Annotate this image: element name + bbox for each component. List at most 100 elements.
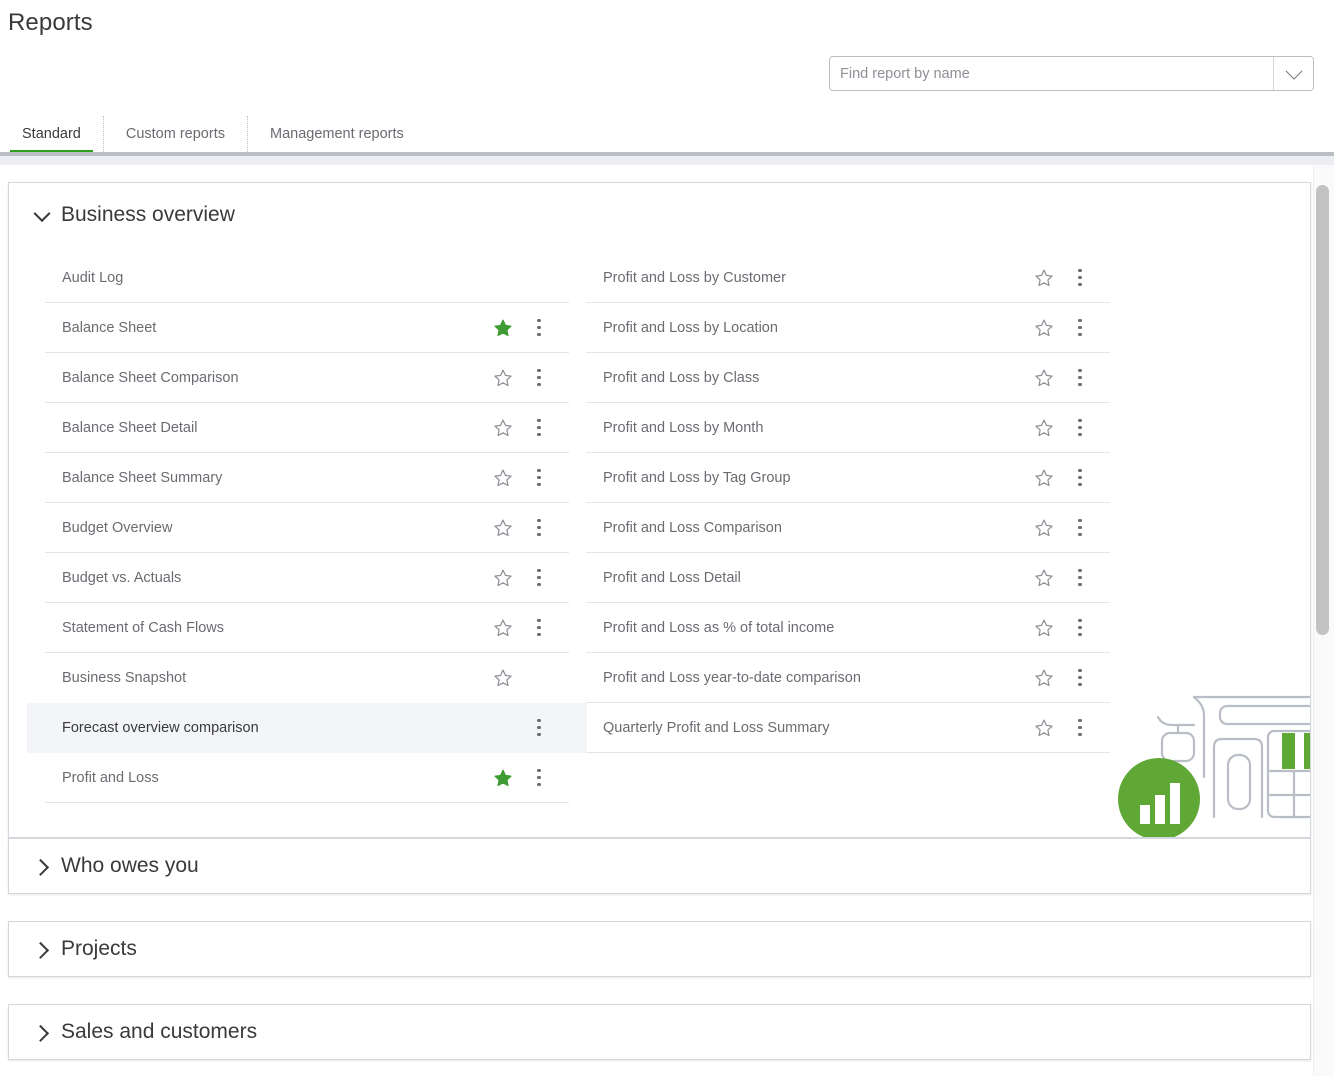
- report-name[interactable]: Profit and Loss by Customer: [586, 269, 1018, 287]
- report-name[interactable]: Budget vs. Actuals: [45, 569, 477, 587]
- kebab-menu-icon[interactable]: [1066, 314, 1094, 342]
- report-row[interactable]: Balance Sheet Detail: [45, 403, 569, 453]
- report-row[interactable]: Profit and Loss Comparison: [586, 503, 1110, 553]
- report-row[interactable]: Quarterly Profit and Loss Summary: [586, 703, 1110, 753]
- report-name[interactable]: Statement of Cash Flows: [45, 619, 477, 637]
- report-row-actions: [1018, 664, 1110, 692]
- report-row[interactable]: Profit and Loss by Class: [586, 353, 1110, 403]
- star-outline-icon[interactable]: [1030, 464, 1058, 492]
- report-row[interactable]: Profit and Loss by Tag Group: [586, 453, 1110, 503]
- report-name[interactable]: Profit and Loss as % of total income: [586, 619, 1018, 637]
- star-outline-icon[interactable]: [1030, 364, 1058, 392]
- report-row[interactable]: Balance Sheet Comparison: [45, 353, 569, 403]
- star-outline-icon[interactable]: [489, 564, 517, 592]
- report-row[interactable]: Statement of Cash Flows: [45, 603, 569, 653]
- report-row-actions: [477, 464, 569, 492]
- section-header-who-owes-you[interactable]: Who owes you: [9, 839, 1310, 893]
- star-outline-icon[interactable]: [1030, 714, 1058, 742]
- report-name[interactable]: Balance Sheet Detail: [45, 419, 477, 437]
- star-outline-icon[interactable]: [1030, 414, 1058, 442]
- report-row[interactable]: Profit and Loss by Location: [586, 303, 1110, 353]
- report-row[interactable]: Budget Overview: [45, 503, 569, 553]
- report-row[interactable]: Forecast overview comparison: [27, 703, 587, 753]
- kebab-menu-icon[interactable]: [1066, 614, 1094, 642]
- star-outline-icon[interactable]: [1030, 314, 1058, 342]
- kebab-menu-icon[interactable]: [525, 414, 553, 442]
- report-name[interactable]: Profit and Loss by Class: [586, 369, 1018, 387]
- kebab-menu-icon[interactable]: [525, 564, 553, 592]
- star-outline-icon[interactable]: [489, 514, 517, 542]
- report-name[interactable]: Profit and Loss Comparison: [586, 519, 1018, 537]
- kebab-menu-icon[interactable]: [525, 714, 553, 742]
- report-row[interactable]: Business Snapshot: [45, 653, 569, 703]
- star-outline-icon[interactable]: [1030, 614, 1058, 642]
- star-outline-icon[interactable]: [1030, 564, 1058, 592]
- report-row-actions: [1018, 364, 1110, 392]
- tab-custom-reports[interactable]: Custom reports: [102, 116, 247, 152]
- kebab-menu-icon[interactable]: [525, 764, 553, 792]
- report-row[interactable]: Audit Log: [45, 253, 569, 303]
- kebab-menu-icon[interactable]: [525, 614, 553, 642]
- star-filled-icon[interactable]: [489, 764, 517, 792]
- report-row[interactable]: Profit and Loss: [45, 753, 569, 803]
- section-header-sales-and-customers[interactable]: Sales and customers: [9, 1005, 1310, 1059]
- find-report-combobox[interactable]: [829, 56, 1314, 91]
- section-header-projects[interactable]: Projects: [9, 922, 1310, 976]
- report-name[interactable]: Quarterly Profit and Loss Summary: [586, 719, 1018, 737]
- report-row[interactable]: Balance Sheet: [45, 303, 569, 353]
- report-row[interactable]: Budget vs. Actuals: [45, 553, 569, 603]
- report-name[interactable]: Budget Overview: [45, 519, 477, 537]
- star-outline-icon[interactable]: [489, 414, 517, 442]
- report-name[interactable]: Profit and Loss year-to-date comparison: [586, 669, 1018, 687]
- report-name[interactable]: Profit and Loss Detail: [586, 569, 1018, 587]
- report-row[interactable]: Profit and Loss by Customer: [586, 253, 1110, 303]
- vertical-scrollbar-thumb[interactable]: [1316, 185, 1329, 635]
- star-outline-icon[interactable]: [1030, 664, 1058, 692]
- report-row-actions: [477, 714, 569, 742]
- star-outline-icon[interactable]: [489, 364, 517, 392]
- section-card-who-owes-you[interactable]: Who owes you: [8, 838, 1311, 894]
- kebab-menu-icon[interactable]: [525, 364, 553, 392]
- kebab-menu-icon[interactable]: [1066, 364, 1094, 392]
- kebab-menu-icon[interactable]: [525, 464, 553, 492]
- report-name[interactable]: Profit and Loss by Month: [586, 419, 1018, 437]
- report-row[interactable]: Profit and Loss as % of total income: [586, 603, 1110, 653]
- tab-standard[interactable]: Standard: [0, 116, 103, 154]
- report-row-actions: [477, 764, 569, 792]
- kebab-menu-icon[interactable]: [525, 514, 553, 542]
- report-name[interactable]: Balance Sheet: [45, 319, 477, 337]
- report-name[interactable]: Forecast overview comparison: [45, 719, 477, 737]
- star-outline-icon[interactable]: [489, 614, 517, 642]
- star-outline-icon[interactable]: [489, 664, 517, 692]
- report-name[interactable]: Profit and Loss: [45, 769, 477, 787]
- search-dropdown-toggle[interactable]: [1273, 57, 1313, 90]
- report-name[interactable]: Business Snapshot: [45, 669, 477, 687]
- section-card-sales-and-customers[interactable]: Sales and customers: [8, 1004, 1311, 1060]
- report-name[interactable]: Audit Log: [45, 269, 477, 287]
- report-row[interactable]: Profit and Loss year-to-date comparison: [586, 653, 1110, 703]
- report-name[interactable]: Profit and Loss by Location: [586, 319, 1018, 337]
- star-outline-icon[interactable]: [1030, 264, 1058, 292]
- kebab-menu-icon[interactable]: [1066, 464, 1094, 492]
- kebab-menu-icon[interactable]: [1066, 664, 1094, 692]
- report-name[interactable]: Balance Sheet Summary: [45, 469, 477, 487]
- section-header-business-overview[interactable]: Business overview: [9, 183, 1310, 226]
- kebab-menu-icon[interactable]: [1066, 564, 1094, 592]
- star-outline-icon[interactable]: [489, 464, 517, 492]
- kebab-menu-icon[interactable]: [1066, 514, 1094, 542]
- star-outline-icon[interactable]: [1030, 514, 1058, 542]
- report-row[interactable]: Balance Sheet Summary: [45, 453, 569, 503]
- section-card-projects[interactable]: Projects: [8, 921, 1311, 977]
- report-name[interactable]: Balance Sheet Comparison: [45, 369, 477, 387]
- tab-management-reports[interactable]: Management reports: [246, 116, 426, 152]
- report-name[interactable]: Profit and Loss by Tag Group: [586, 469, 1018, 487]
- search-input[interactable]: [830, 57, 1273, 90]
- report-row[interactable]: Profit and Loss Detail: [586, 553, 1110, 603]
- kebab-menu-icon[interactable]: [1066, 414, 1094, 442]
- kebab-menu-icon[interactable]: [1066, 714, 1094, 742]
- report-row-actions: [1018, 464, 1110, 492]
- kebab-menu-icon[interactable]: [525, 314, 553, 342]
- report-row[interactable]: Profit and Loss by Month: [586, 403, 1110, 453]
- star-filled-icon[interactable]: [489, 314, 517, 342]
- kebab-menu-icon[interactable]: [1066, 264, 1094, 292]
